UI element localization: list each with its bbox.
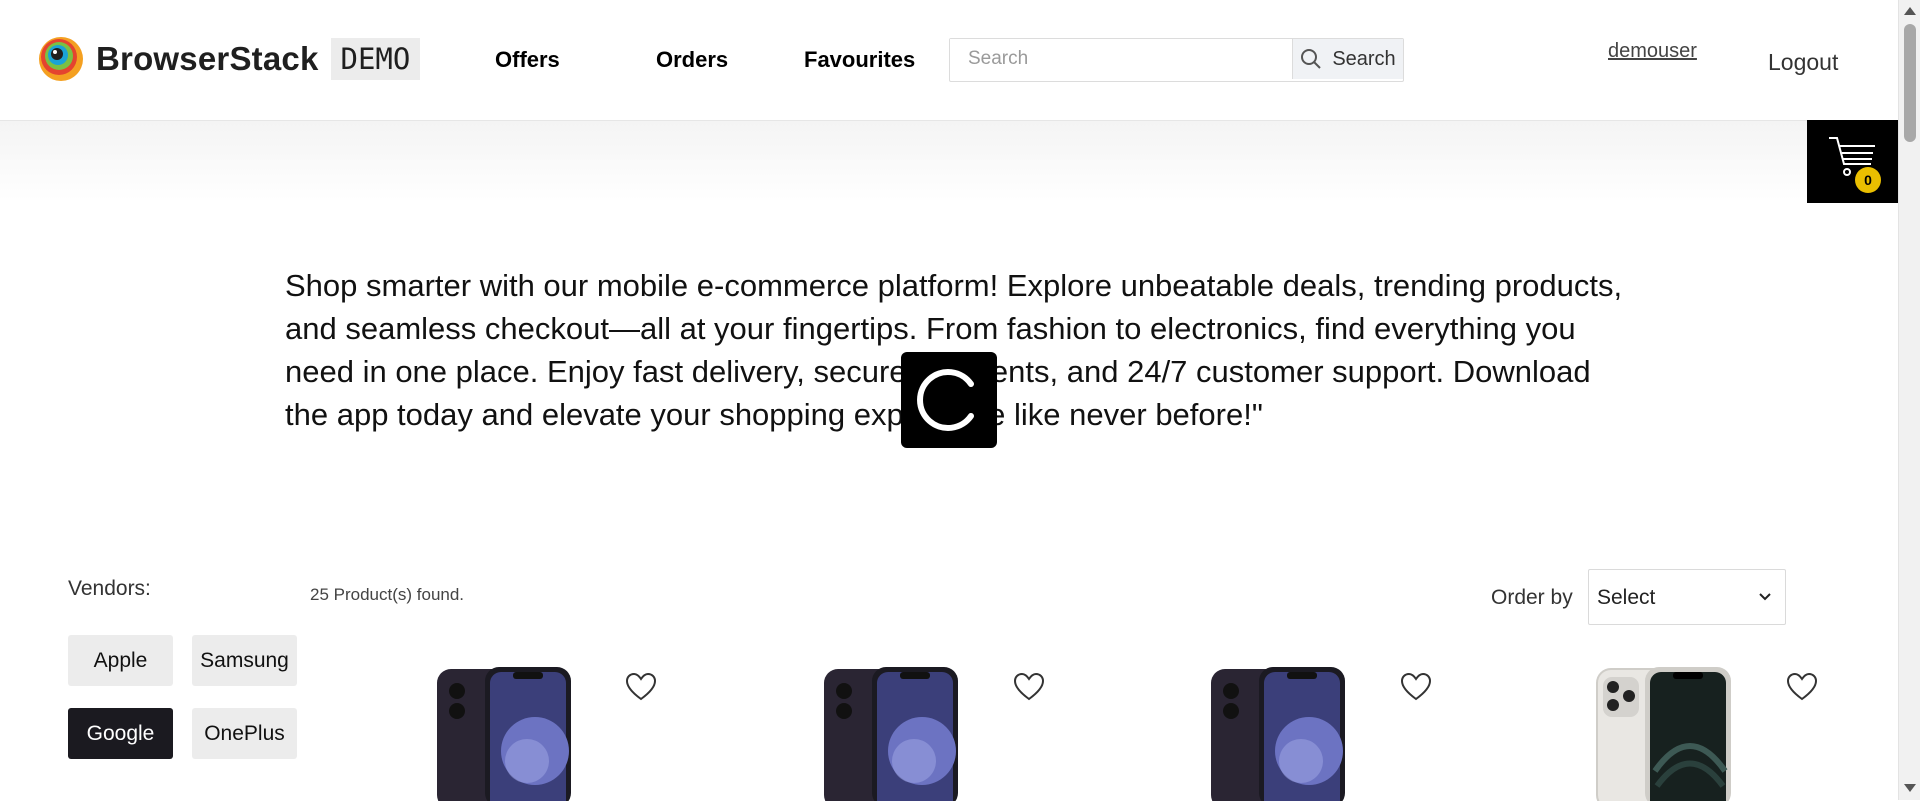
top-header: BrowserStack DEMO Offers Orders Favourit…: [0, 0, 1898, 121]
search-icon: [1301, 49, 1322, 69]
logout-link[interactable]: Logout: [1768, 49, 1838, 76]
product-card[interactable]: [1209, 655, 1509, 801]
favourite-heart-icon[interactable]: [1014, 673, 1044, 701]
order-by-label: Order by: [1491, 586, 1573, 609]
username-link[interactable]: demouser: [1608, 40, 1697, 63]
search-bar: Search: [949, 38, 1404, 82]
search-button[interactable]: Search: [1292, 39, 1403, 79]
scrollbar-thumb[interactable]: [1904, 24, 1916, 142]
vertical-scrollbar[interactable]: [1898, 0, 1920, 800]
products-found-count: 25 Product(s) found.: [310, 585, 465, 604]
nav-offers[interactable]: Offers: [495, 47, 560, 73]
cart-count-badge: 0: [1855, 167, 1881, 193]
search-input[interactable]: [950, 39, 1292, 79]
loading-spinner: [901, 352, 997, 448]
scroll-up-arrow-icon[interactable]: [1904, 6, 1916, 16]
favourite-heart-icon[interactable]: [626, 673, 656, 701]
brand-name: BrowserStack: [96, 40, 319, 77]
product-card[interactable]: [435, 655, 735, 801]
browserstack-logo-icon: [39, 37, 83, 81]
vendor-oneplus-button[interactable]: OnePlus: [192, 708, 297, 759]
order-by-value: Select: [1597, 586, 1656, 609]
product-card[interactable]: [822, 655, 1122, 801]
vendors-title: Vendors:: [68, 577, 151, 600]
nav-favourites[interactable]: Favourites: [804, 47, 915, 73]
nav-orders[interactable]: Orders: [656, 47, 728, 73]
iphone-12-black-image: [824, 667, 958, 801]
search-button-label: Search: [1332, 47, 1396, 70]
iphone-12-black-image: [437, 667, 571, 801]
iphone-12-black-image: [1211, 667, 1345, 801]
favourite-heart-icon[interactable]: [1401, 673, 1431, 701]
sub-header-band: [0, 121, 1898, 201]
vendor-google-button[interactable]: Google: [68, 708, 173, 759]
vendor-samsung-button[interactable]: Samsung: [192, 635, 297, 686]
iphone-12-pro-silver-image: [1596, 667, 1731, 801]
cart-button[interactable]: 0: [1807, 120, 1898, 203]
brand-logo[interactable]: BrowserStack DEMO: [38, 34, 421, 84]
scroll-down-arrow-icon[interactable]: [1904, 783, 1916, 793]
demo-badge: DEMO: [330, 38, 421, 80]
product-card[interactable]: [1595, 655, 1895, 801]
favourite-heart-icon[interactable]: [1787, 673, 1817, 701]
spinner-icon: [917, 369, 974, 431]
order-by-select[interactable]: Select: [1588, 569, 1786, 625]
vendor-apple-button[interactable]: Apple: [68, 635, 173, 686]
chevron-down-icon: [1759, 593, 1771, 601]
